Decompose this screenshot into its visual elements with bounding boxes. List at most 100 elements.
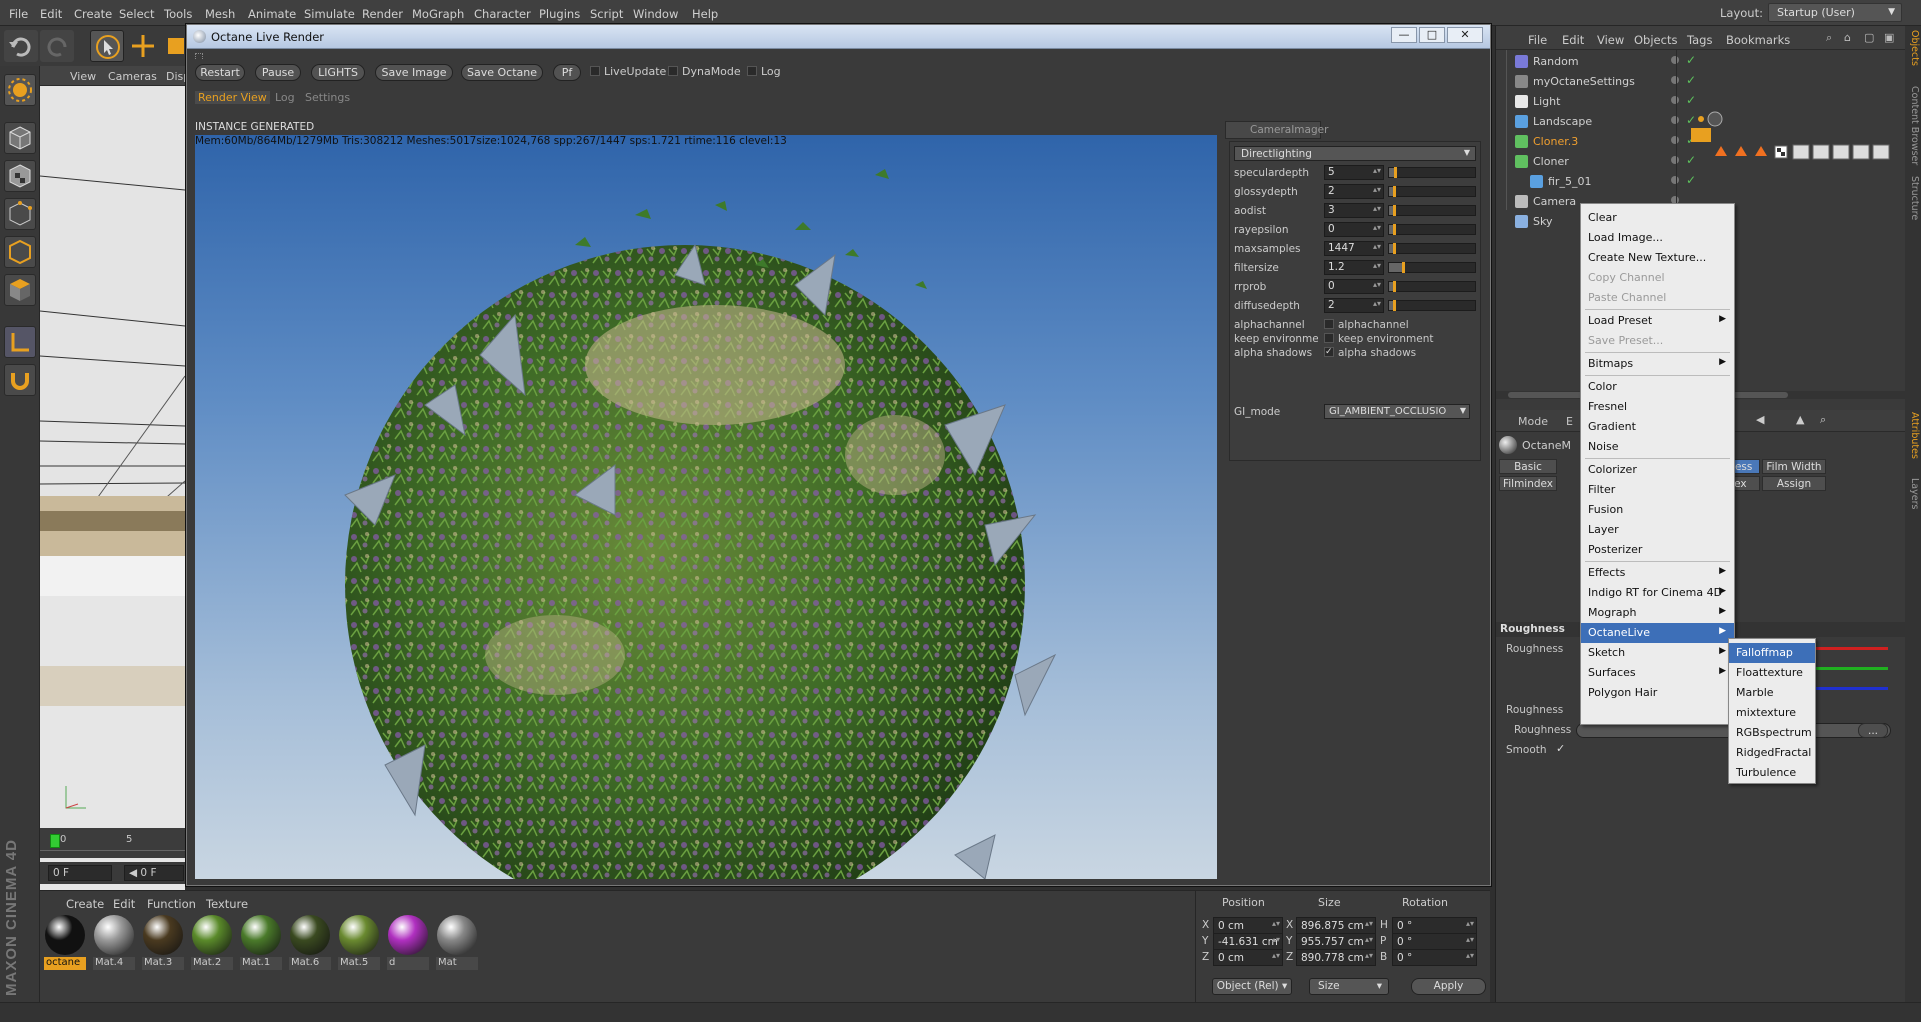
material-item[interactable]: Mat.6 [287,913,333,971]
material-item[interactable]: octane [42,913,88,971]
context-menu-item[interactable]: Load Preset ▶ [1581,311,1734,331]
param-value-field[interactable]: 1.2 ▴▾ [1324,260,1384,275]
tab-attributes[interactable]: Attributes [1906,412,1920,459]
gi-mode-select[interactable]: GI_AMBIENT_OCCLUSIO ▼ [1324,404,1470,419]
position-field[interactable]: 0 cm ▴▾ [1213,917,1283,934]
context-menu-item[interactable]: Sketch ▶ [1581,643,1734,663]
save-image-button[interactable]: Save Image [375,64,453,81]
new-view-icon[interactable]: ▣ [1884,31,1894,44]
scale-tool-button[interactable] [162,30,186,62]
roughness-blue-slider[interactable] [1816,687,1888,690]
menu-mograph[interactable]: MoGraph [412,7,464,21]
param-value-field[interactable]: 0 ▴▾ [1324,222,1384,237]
render-window-titlebar[interactable]: Octane Live Render — □ ✕ [187,25,1490,49]
rotation-field[interactable]: 0 ° ▴▾ [1392,933,1477,950]
context-menu-item[interactable]: Indigo RT for Cinema 4D ▶ [1581,583,1734,603]
log-checkbox[interactable]: Log [747,65,781,78]
submenu-item[interactable]: mixtexture [1729,703,1815,723]
coord-size-select[interactable]: Size ▾ [1309,978,1389,995]
render-settings-button[interactable] [4,74,36,106]
kernel-select[interactable]: Directlighting ▼ [1234,146,1476,161]
slider-knob[interactable] [1393,205,1396,216]
size-field[interactable]: 955.757 cm ▴▾ [1296,933,1376,950]
restart-button[interactable]: Restart [195,64,245,81]
menu-select[interactable]: Select [119,7,154,21]
material-menu-create[interactable]: Create [66,897,104,911]
viewport-menu-view[interactable]: View [70,70,96,83]
tab-render-settings[interactable]: Settings [305,91,350,104]
tab-objects[interactable]: Objects [1906,30,1920,66]
selection-tool-button[interactable] [90,30,124,62]
roughness-more-button[interactable]: ... [1858,723,1888,738]
lock-icon[interactable]: ▢ [1864,31,1874,44]
menu-window[interactable]: Window [633,7,678,21]
material-item[interactable]: Mat.1 [238,913,284,971]
param-slider[interactable] [1388,300,1476,311]
menu-render[interactable]: Render [362,7,403,21]
context-menu-item[interactable]: Clear [1581,208,1734,228]
context-menu-item[interactable]: Mograph ▶ [1581,603,1734,623]
roughness-red-slider[interactable] [1816,647,1888,650]
liveupdate-checkbox[interactable]: LiveUpdate [590,65,666,78]
save-octane-button[interactable]: Save Octane [461,64,543,81]
maximize-button[interactable]: □ [1419,27,1445,43]
back-arrow-icon[interactable]: ◀ [1756,413,1764,426]
material-menu-function[interactable]: Function [147,897,196,911]
tab-content-browser[interactable]: Content Browser [1906,86,1920,165]
param-slider[interactable] [1388,224,1476,235]
apply-button[interactable]: Apply [1411,978,1486,995]
rotation-field[interactable]: 0 ° ▴▾ [1392,917,1477,934]
context-menu-item[interactable]: Colorizer [1581,460,1734,480]
minimize-button[interactable]: — [1391,27,1417,43]
submenu-item[interactable]: Turbulence [1729,763,1815,783]
search-icon-attr[interactable]: ⌕ [1820,413,1826,427]
context-menu-item[interactable]: Noise [1581,437,1734,457]
material-menu-edit[interactable]: Edit [113,897,135,911]
visibility-dot[interactable] [1671,96,1679,104]
render-view[interactable]: Mem:60Mb/864Mb/1279Mb Tris:308212 Meshes… [195,135,1217,879]
object-row[interactable]: Random ✓ [1511,52,1851,71]
param-slider[interactable] [1388,167,1476,178]
visibility-dot[interactable] [1671,136,1679,144]
menu-plugins[interactable]: Plugins [539,7,580,21]
context-menu-item[interactable]: Gradient [1581,417,1734,437]
context-menu-item[interactable]: Fusion [1581,500,1734,520]
param-slider[interactable] [1388,262,1476,273]
tab-layers[interactable]: Layers [1906,478,1920,509]
om-menu-view[interactable]: View [1597,33,1624,47]
slider-knob[interactable] [1401,262,1405,273]
axis-mode-button[interactable] [4,326,36,358]
material-item[interactable]: Mat.3 [140,913,186,971]
context-menu-item[interactable]: Filter [1581,480,1734,500]
menu-edit[interactable]: Edit [40,7,62,21]
context-menu-item[interactable]: Polygon Hair [1581,683,1734,703]
attr-tab-filmindex[interactable]: Filmindex [1499,476,1557,491]
context-menu-item[interactable]: Color [1581,377,1734,397]
size-field[interactable]: 890.778 cm ▴▾ [1296,949,1376,966]
close-button[interactable]: ✕ [1447,27,1483,43]
dynamode-checkbox[interactable]: DynaMode [668,65,741,78]
viewport-menu-cameras[interactable]: Cameras [108,70,157,83]
menu-file[interactable]: File [9,7,28,21]
om-menu-bookmarks[interactable]: Bookmarks [1726,33,1790,47]
model-mode-button[interactable] [4,122,36,154]
slider-knob[interactable] [1393,186,1396,197]
object-row[interactable]: myOctaneSettings ✓ [1511,72,1851,91]
submenu-item[interactable]: Marble [1729,683,1815,703]
context-menu-item[interactable]: Surfaces ▶ [1581,663,1734,683]
slider-knob[interactable] [1393,300,1396,311]
points-mode-button[interactable] [4,198,36,230]
enabled-check-icon[interactable]: ✓ [1686,93,1696,107]
menu-script[interactable]: Script [590,7,623,21]
check-box[interactable]: ✓ [1324,347,1334,357]
om-menu-objects[interactable]: Objects [1634,33,1677,47]
attr-tab-basic[interactable]: Basic [1499,459,1557,474]
object-row[interactable]: Landscape ✓ [1511,112,1851,131]
lights-button[interactable]: LIGHTS [311,64,365,81]
roughness-green-slider[interactable] [1816,667,1888,670]
param-value-field[interactable]: 5 ▴▾ [1324,165,1384,180]
position-field[interactable]: 0 cm ▴▾ [1213,949,1283,966]
visibility-dot[interactable] [1671,56,1679,64]
position-field[interactable]: -41.631 cm ▴▾ [1213,933,1283,950]
context-menu-item[interactable]: Effects ▶ [1581,563,1734,583]
